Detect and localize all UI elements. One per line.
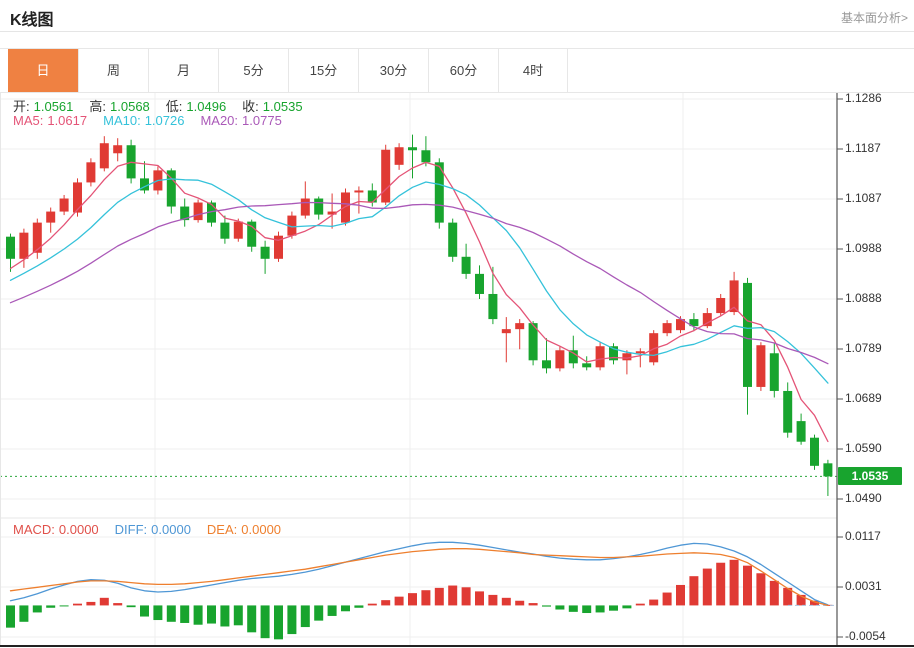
y-axis-label: 1.0590: [845, 441, 911, 455]
y-axis-label: 1.0888: [845, 291, 911, 305]
widget-header: K线图 基本面分析>: [0, 0, 914, 32]
ohlc-item-1: 高:1.0568: [89, 99, 153, 114]
page-title: K线图: [10, 6, 54, 30]
ma-item-1: MA10:1.0726: [103, 113, 188, 128]
ma-item-0: MA5:1.0617: [13, 113, 91, 128]
macd-legend: MACD:0.0000 DIFF:0.0000 DEA:0.0000: [13, 522, 297, 537]
tab-周[interactable]: 周: [78, 49, 148, 93]
y-axis-label: 1.0490: [845, 491, 911, 505]
tab-日[interactable]: 日: [8, 49, 78, 93]
kline-chart-svg: [0, 93, 914, 647]
fundamental-analysis-link[interactable]: 基本面分析>: [841, 9, 908, 26]
ohlc-item-2: 低:1.0496: [166, 99, 230, 114]
macd-item-1: DIFF:0.0000: [115, 522, 195, 537]
macd-axis-label: -0.0054: [845, 629, 911, 643]
interval-tabbar: 日周月5分15分30分60分4时: [0, 48, 914, 92]
y-axis-label: 1.0988: [845, 241, 911, 255]
tab-月[interactable]: 月: [148, 49, 218, 93]
chart-area: 开:1.0561 高:1.0568 低:1.0496 收:1.0535 MA5:1.0…: [0, 92, 914, 648]
current-price-badge: 1.0535: [838, 467, 902, 485]
tab-30分[interactable]: 30分: [358, 49, 428, 93]
ohlc-item-3: 收:1.0535: [242, 99, 306, 114]
y-axis-label: 1.0689: [845, 391, 911, 405]
tab-15分[interactable]: 15分: [288, 49, 358, 93]
ma-legend: MA5:1.0617 MA10:1.0726 MA20:1.0775: [13, 113, 298, 128]
y-axis-label: 1.0789: [845, 341, 911, 355]
ma-item-2: MA20:1.0775: [200, 113, 285, 128]
ohlc-item-0: 开:1.0561: [13, 99, 77, 114]
tab-4时[interactable]: 4时: [498, 49, 568, 93]
y-axis-label: 1.1286: [845, 91, 911, 105]
macd-axis-label: 0.0031: [845, 579, 911, 593]
y-axis-label: 1.1087: [845, 191, 911, 205]
tab-60分[interactable]: 60分: [428, 49, 498, 93]
y-axis-label: 1.1187: [845, 141, 911, 155]
tab-5分[interactable]: 5分: [218, 49, 288, 93]
macd-item-2: DEA:0.0000: [207, 522, 285, 537]
kline-widget: K线图 基本面分析> 日周月5分15分30分60分4时 开:1.0561 高:1.…: [0, 0, 914, 647]
macd-item-0: MACD:0.0000: [13, 522, 103, 537]
macd-axis-label: 0.0117: [845, 529, 911, 543]
